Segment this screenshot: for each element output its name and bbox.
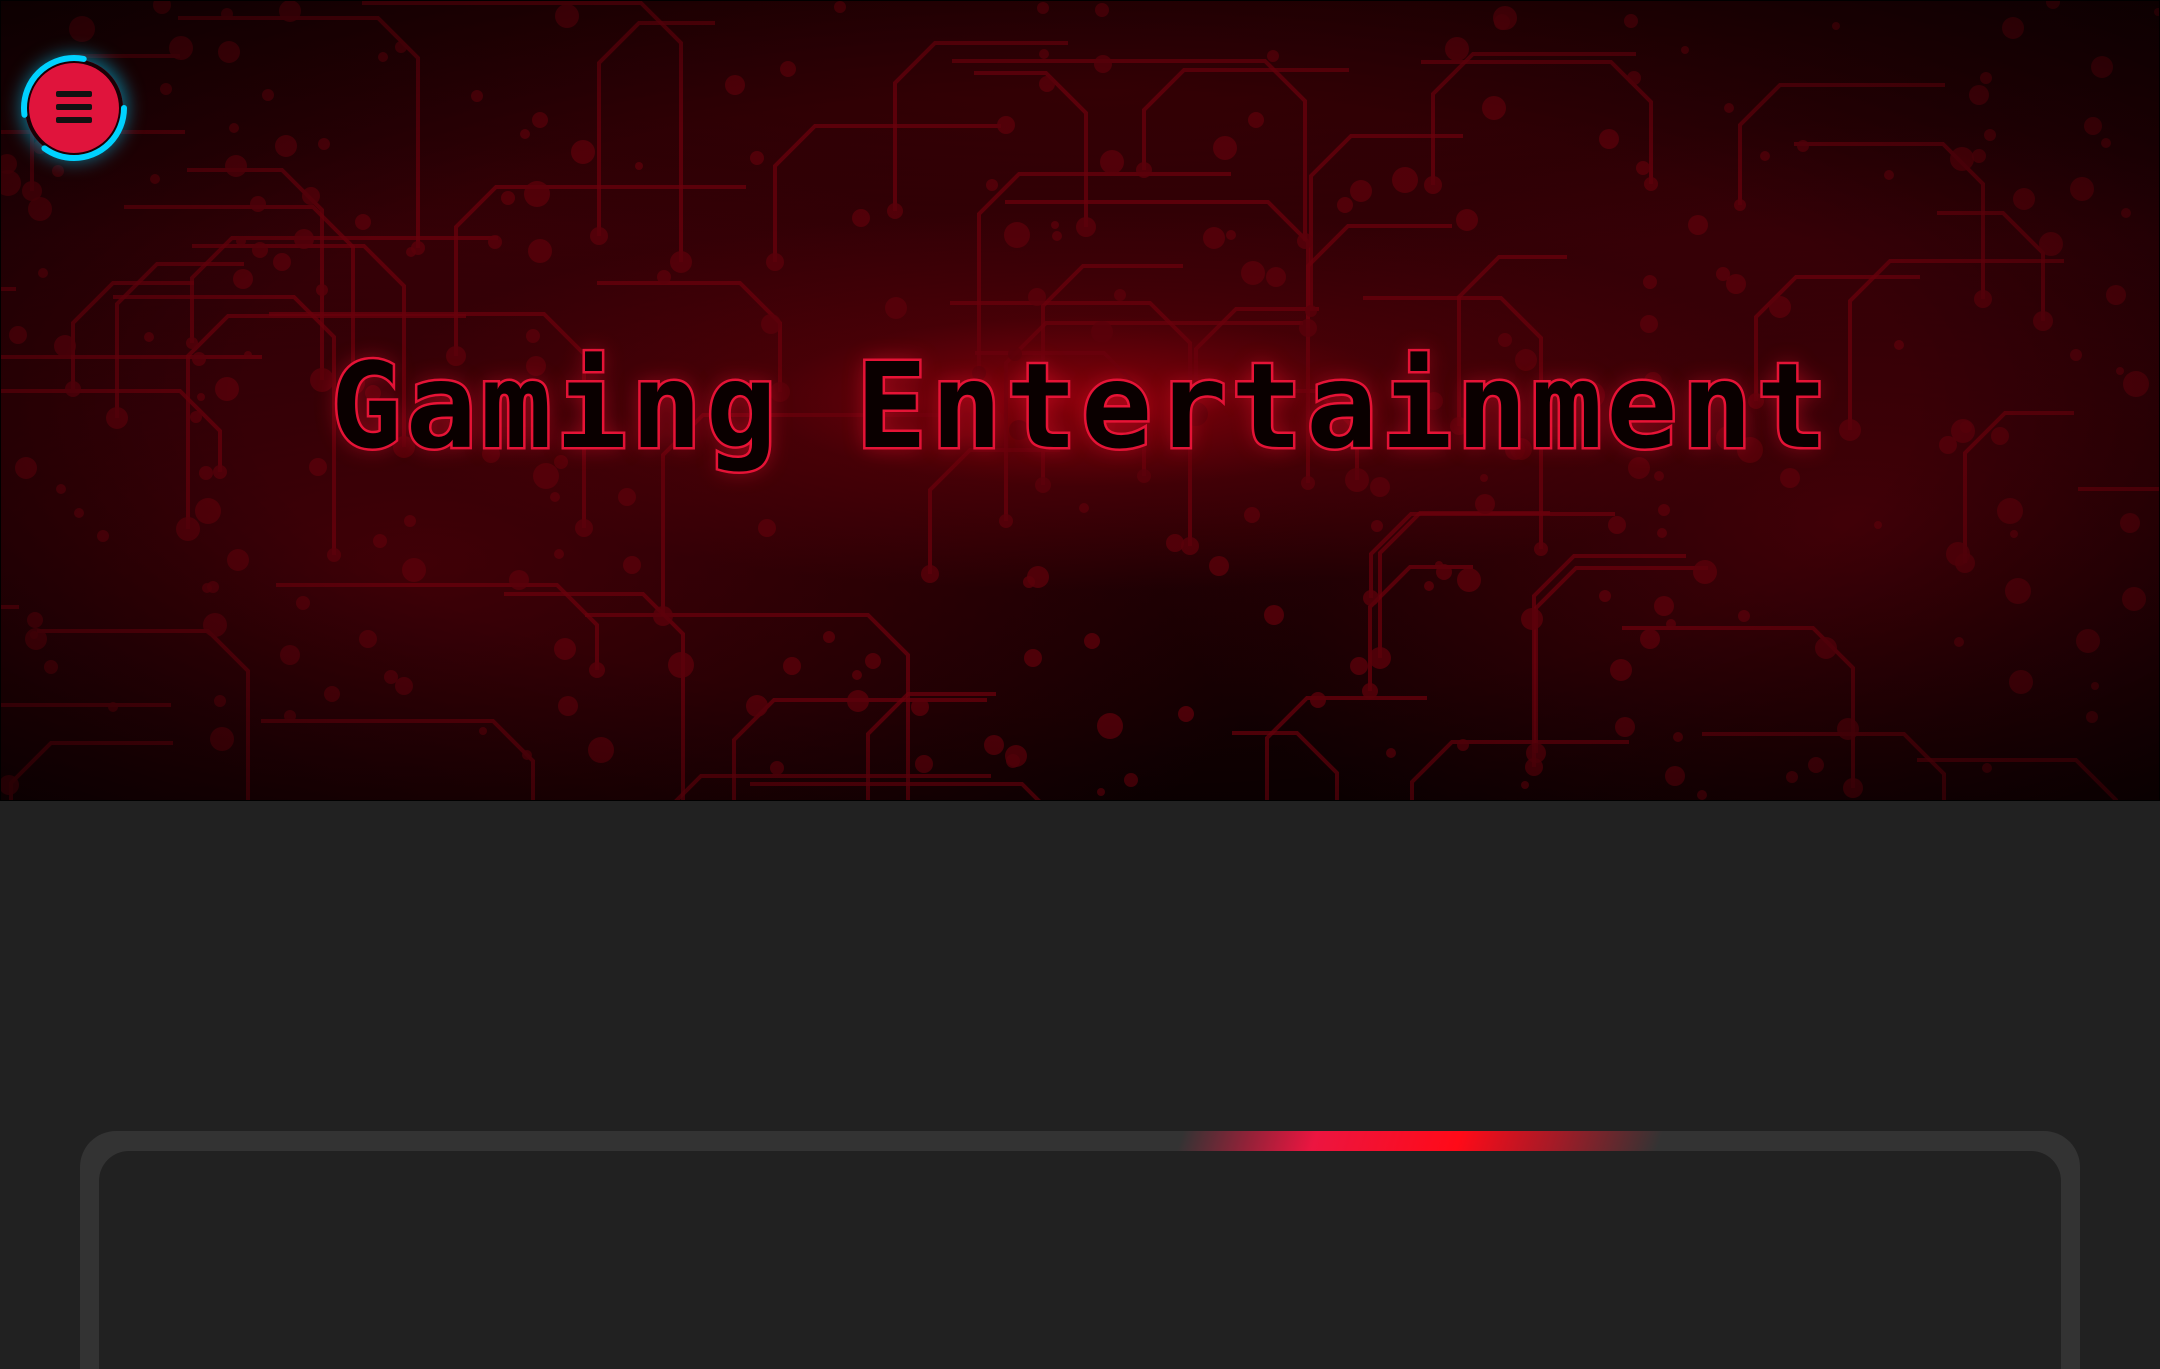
panel-glow-accent xyxy=(1176,1131,1664,1151)
page-title: Gaming Entertainment xyxy=(328,337,1832,475)
hamburger-icon xyxy=(56,91,92,123)
page: Gaming Entertainment xyxy=(0,0,2160,1369)
content-panel xyxy=(80,1131,2080,1369)
menu-button[interactable] xyxy=(21,55,127,161)
hero-banner: Gaming Entertainment xyxy=(0,0,2160,801)
content-panel-inner xyxy=(99,1151,2061,1369)
